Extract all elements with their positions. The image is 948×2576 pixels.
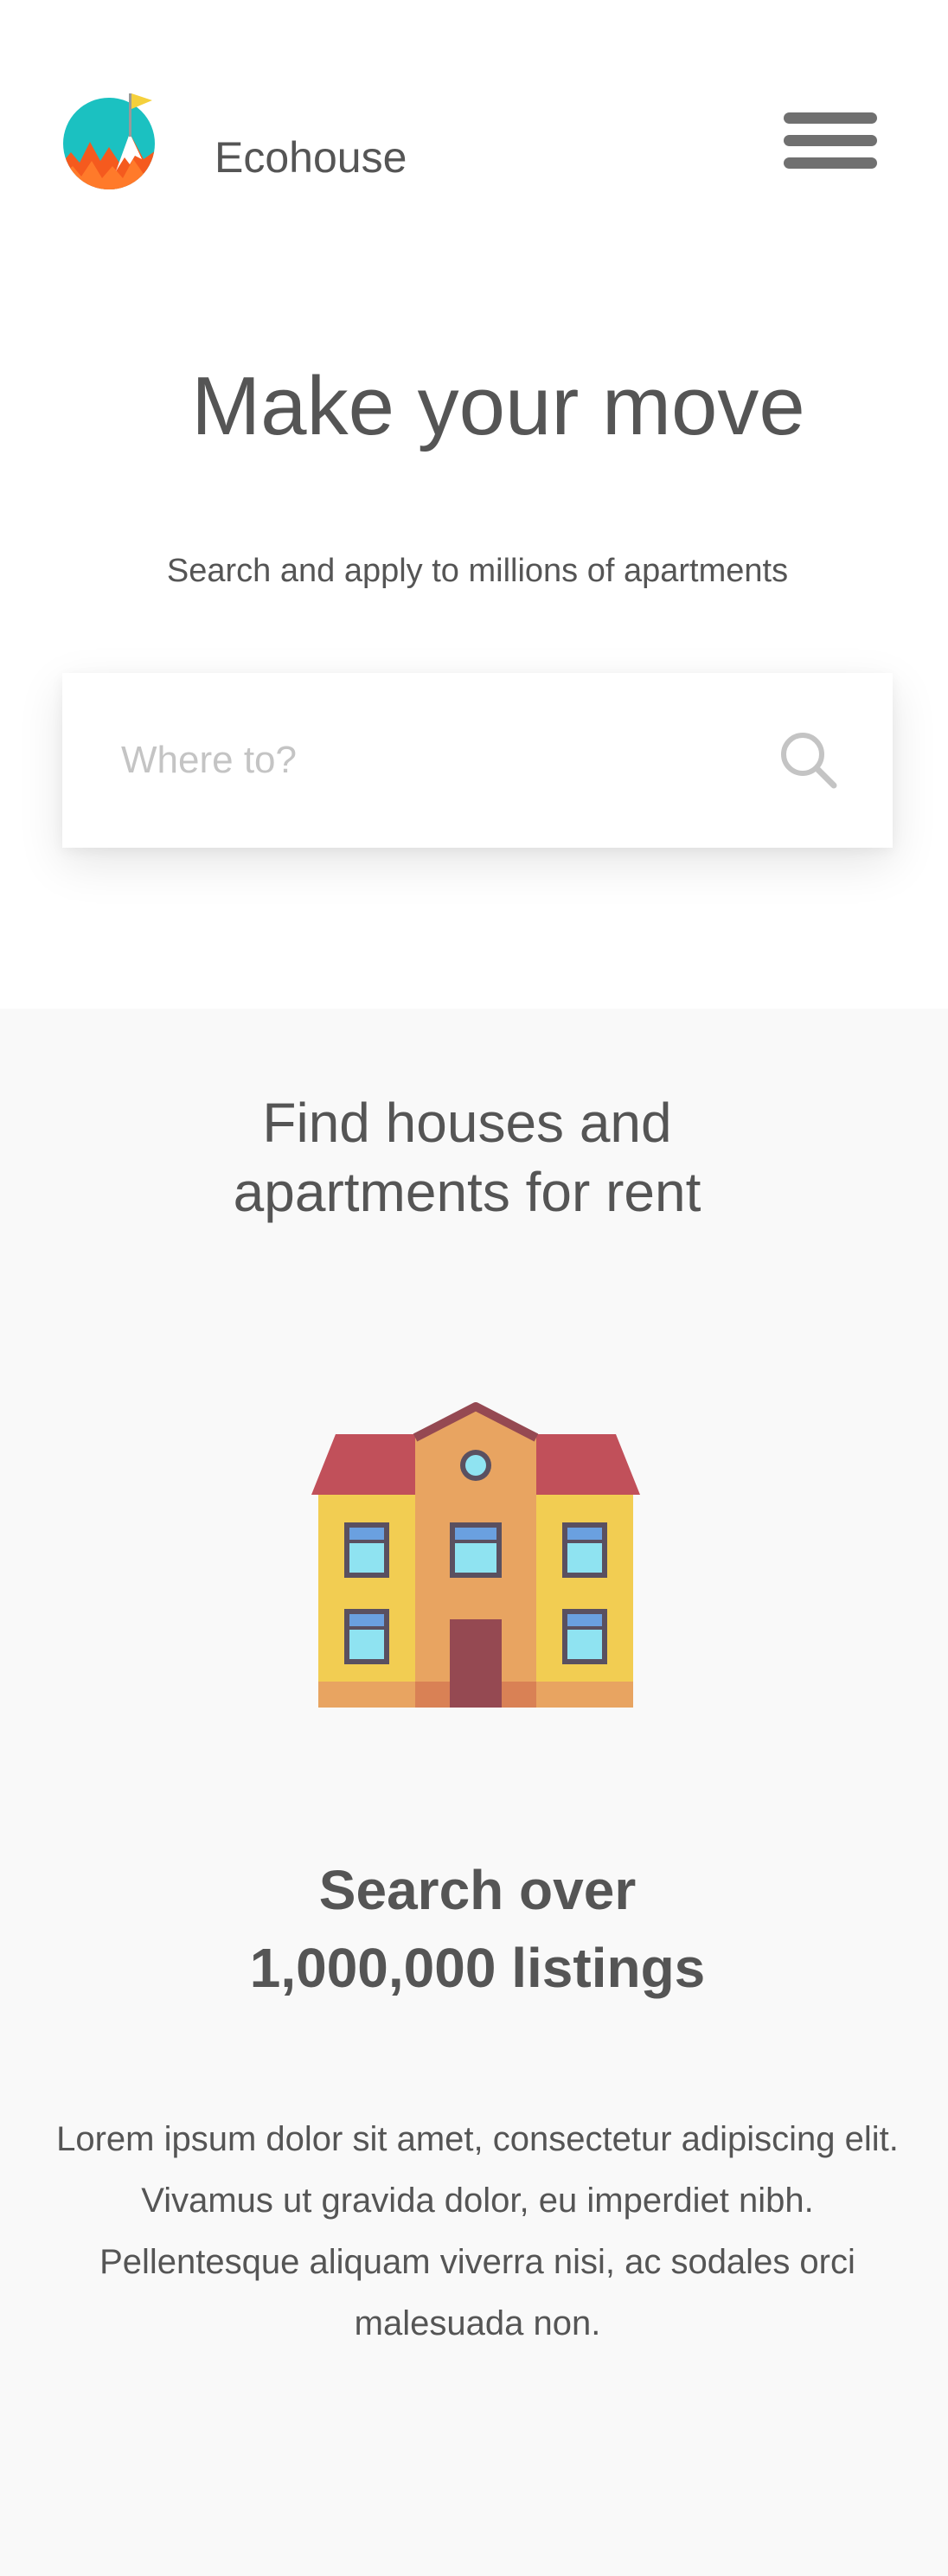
window-icon [562,1522,607,1578]
section-title-line2: apartments for rent [233,1161,701,1223]
mountain-flag-logo[interactable] [62,90,156,190]
site-header: Ecohouse [0,0,948,190]
section-body-text: Lorem ipsum dolor sit amet, consectetur … [56,2120,899,2342]
section-title-line1: Find houses and [262,1092,672,1154]
features-section: Find houses and apartments for rent Sear… [0,1009,948,2576]
section-title: Find houses and apartments for rent [0,1088,934,1227]
menu-bar [784,112,877,124]
menu-bar [784,135,877,146]
listing-title-line1: Search over [318,1859,637,1921]
house-icon [311,1402,640,1708]
page: Ecohouse Make your move Search and apply… [0,0,948,2576]
listing-title: Search over 1,000,000 listings [0,1851,948,2007]
hamburger-menu-icon[interactable] [782,111,879,171]
window-icon [344,1609,389,1664]
window-icon [344,1522,389,1578]
menu-bar [784,157,877,169]
hero-subtitle: Search and apply to millions of apartmen… [166,553,789,589]
listing-title-line2: 1,000,000 listings [249,1937,706,1999]
hero-title: Make your move [191,360,805,452]
window-icon [562,1609,607,1664]
search-box [62,673,893,848]
brand-name[interactable]: Ecohouse [215,131,407,183]
search-input[interactable] [62,673,772,848]
search-icon[interactable] [773,725,844,796]
window-icon [450,1522,502,1578]
